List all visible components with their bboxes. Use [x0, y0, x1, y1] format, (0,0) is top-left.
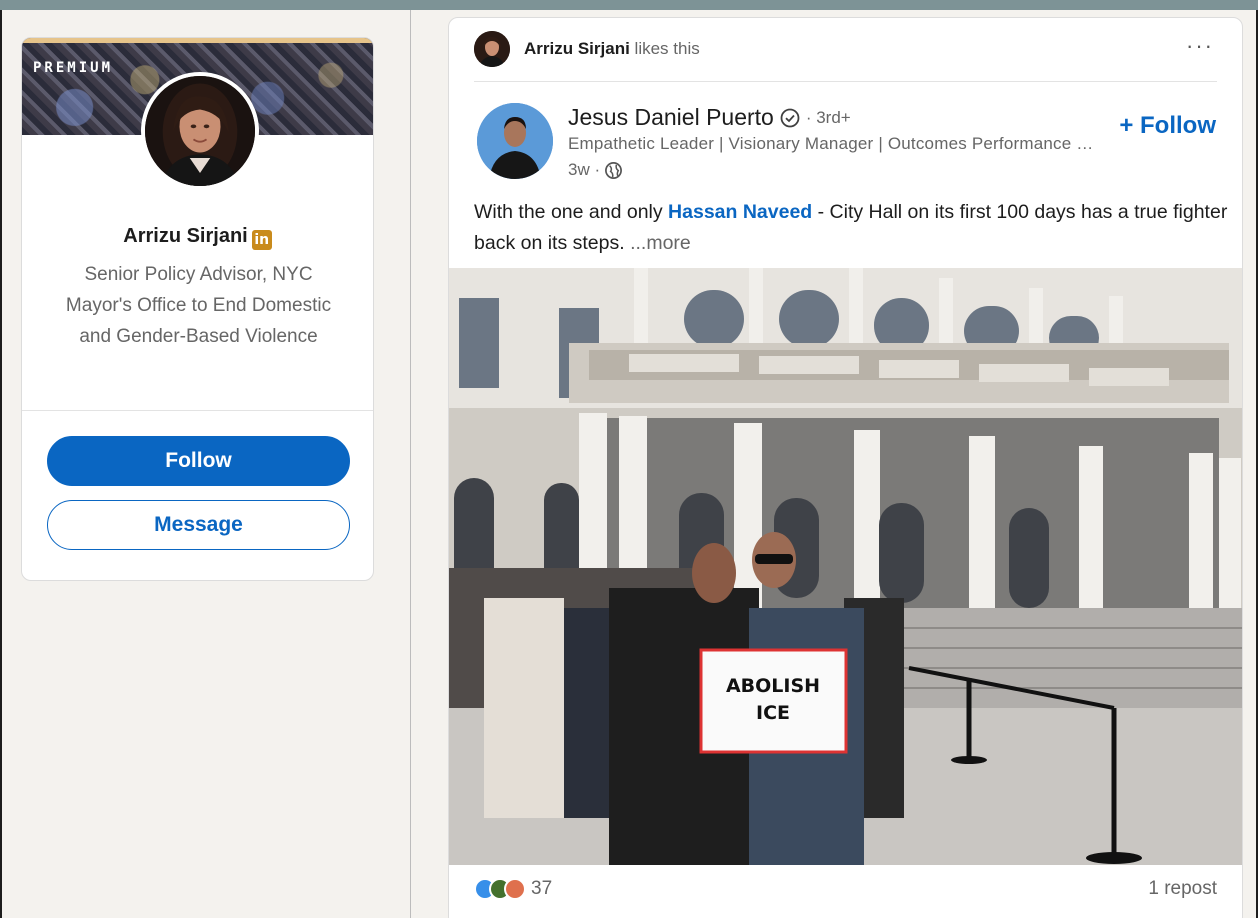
feed-post-card: Arrizu Sirjani likes this ··· Jesus Dani… — [448, 17, 1243, 918]
card-divider — [22, 410, 373, 411]
see-more-link[interactable]: ...more — [630, 232, 691, 254]
sign-line-1: ABOLISH — [726, 675, 820, 697]
actor-headline: Empathetic Leader | Visionary Manager | … — [568, 134, 1098, 153]
post-text: With the one and only Hassan Naveed - Ci… — [474, 197, 1229, 259]
message-button[interactable]: Message — [47, 500, 350, 550]
more-options-icon[interactable]: ··· — [1186, 35, 1214, 57]
globe-icon — [605, 161, 623, 179]
window-top-bar — [0, 0, 1258, 10]
reposts-count[interactable]: 1 repost — [1148, 878, 1217, 900]
linkedin-premium-icon: in — [251, 230, 272, 250]
post-time: 3w · — [568, 160, 601, 179]
premium-label: PREMIUM — [33, 60, 114, 76]
social-context-row: Arrizu Sirjani likes this — [474, 31, 700, 67]
social-context-text: Arrizu Sirjani likes this — [524, 39, 700, 59]
city-hall-photo: ABOLISH ICE — [449, 268, 1242, 865]
liker-action: likes this — [634, 39, 700, 58]
profile-avatar[interactable] — [141, 72, 259, 190]
post-meta: 3w · — [568, 160, 623, 180]
liker-photo — [474, 31, 510, 67]
social-counts-row: 37 1 repost — [474, 875, 1217, 903]
post-text-prefix: With the one and only — [474, 201, 669, 223]
profile-photo — [145, 76, 255, 186]
mention-link[interactable]: Hassan Naveed — [668, 201, 812, 223]
verified-shield-icon — [780, 108, 800, 127]
follow-button[interactable]: Follow — [47, 436, 350, 486]
column-divider — [410, 10, 411, 918]
actor-name-row: Jesus Daniel Puerto · 3rd+ — [568, 104, 851, 131]
profile-name[interactable]: Arrizu Sirjani — [123, 225, 247, 247]
profile-headline: Senior Policy Advisor, NYC Mayor's Offic… — [65, 264, 332, 347]
profile-name-row: Arrizu Sirjani in — [22, 225, 373, 250]
profile-card: PREMIUM Arrizu Sirjani in Senior Policy A… — [21, 37, 374, 581]
follow-actor-button[interactable]: + Follow — [1119, 112, 1216, 140]
love-reaction-icon — [504, 878, 526, 900]
sign-line-2: ICE — [756, 702, 790, 724]
reactions-count: 37 — [531, 878, 553, 899]
reactions-summary[interactable]: 37 — [474, 878, 552, 900]
actor-avatar[interactable] — [477, 103, 553, 179]
post-image[interactable]: ABOLISH ICE — [449, 268, 1242, 865]
actor-name[interactable]: Jesus Daniel Puerto — [568, 104, 774, 131]
connection-degree: · 3rd+ — [805, 107, 851, 127]
liker-avatar[interactable] — [474, 31, 510, 67]
context-divider — [474, 81, 1217, 82]
actor-photo — [477, 103, 553, 179]
liker-name[interactable]: Arrizu Sirjani — [524, 39, 630, 58]
